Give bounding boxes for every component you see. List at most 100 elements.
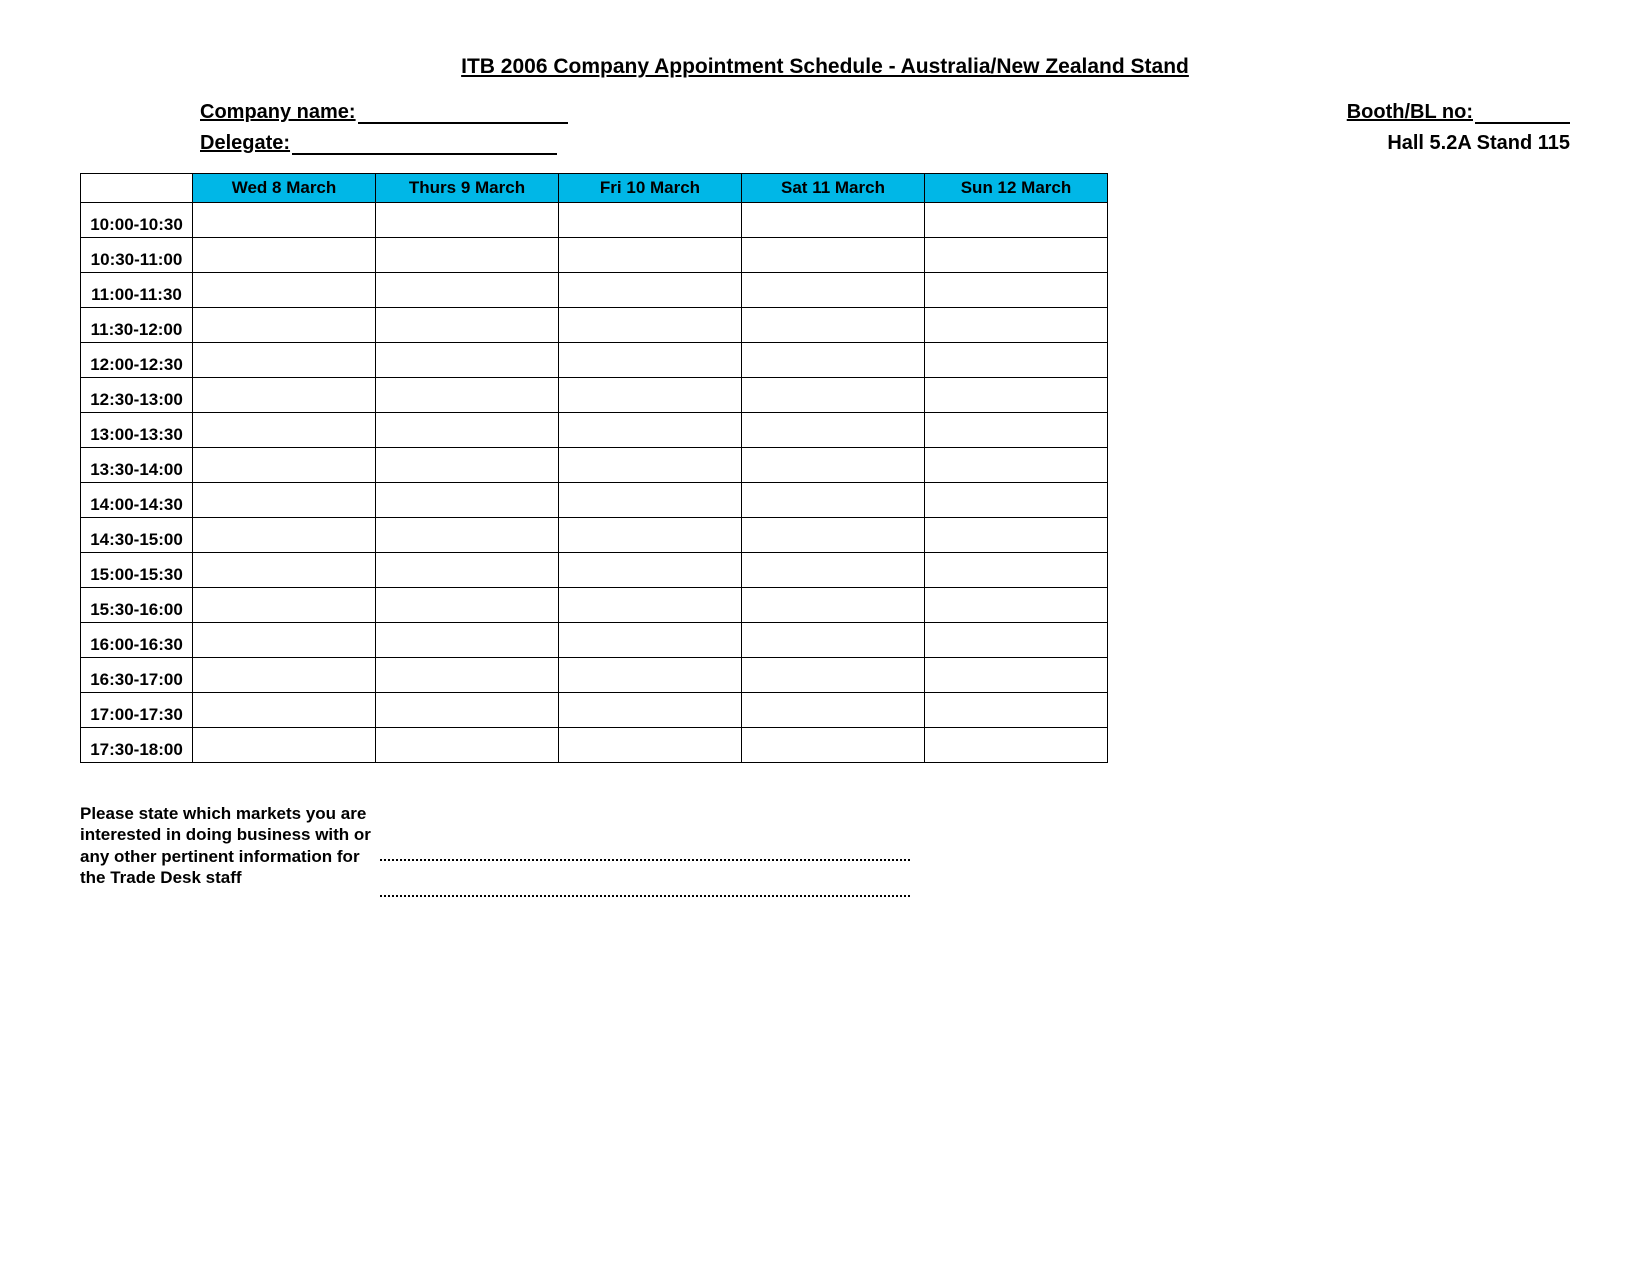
schedule-row: 10:00-10:30 [81,203,1108,238]
schedule-cell[interactable] [376,623,559,658]
schedule-cell[interactable] [193,413,376,448]
schedule-cell[interactable] [925,203,1108,238]
delegate-input-line[interactable] [292,133,557,155]
schedule-cell[interactable] [559,413,742,448]
schedule-cell[interactable] [925,588,1108,623]
schedule-cell[interactable] [193,308,376,343]
schedule-cell[interactable] [559,658,742,693]
schedule-cell[interactable] [742,518,925,553]
document-page: ITB 2006 Company Appointment Schedule - … [0,0,1650,1275]
schedule-cell[interactable] [376,238,559,273]
schedule-cell[interactable] [376,483,559,518]
schedule-cell[interactable] [193,728,376,763]
schedule-cell[interactable] [193,448,376,483]
schedule-cell[interactable] [742,238,925,273]
schedule-cell[interactable] [193,273,376,308]
schedule-cell[interactable] [376,448,559,483]
schedule-cell[interactable] [376,693,559,728]
schedule-cell[interactable] [742,553,925,588]
schedule-cell[interactable] [742,658,925,693]
schedule-row: 14:30-15:00 [81,518,1108,553]
schedule-cell[interactable] [559,483,742,518]
schedule-cell[interactable] [193,693,376,728]
schedule-cell[interactable] [376,203,559,238]
schedule-cell[interactable] [559,553,742,588]
schedule-cell[interactable] [376,588,559,623]
schedule-cell[interactable] [925,343,1108,378]
schedule-cell[interactable] [742,728,925,763]
schedule-row: 17:30-18:00 [81,728,1108,763]
schedule-cell[interactable] [376,308,559,343]
location-text: Hall 5.2A Stand 115 [1387,132,1570,155]
timeslot-label: 12:30-13:00 [81,378,193,413]
booth-input-line[interactable] [1475,102,1570,124]
schedule-cell[interactable] [925,693,1108,728]
schedule-cell[interactable] [559,448,742,483]
schedule-cell[interactable] [742,343,925,378]
schedule-cell[interactable] [925,448,1108,483]
location-field: Hall 5.2A Stand 115 [1190,132,1570,155]
schedule-cell[interactable] [559,623,742,658]
delegate-field: Delegate: [200,132,557,155]
schedule-cell[interactable] [559,203,742,238]
schedule-cell[interactable] [559,343,742,378]
schedule-cell[interactable] [742,448,925,483]
meta-row-1: Company name: Booth/BL no: [200,101,1570,124]
schedule-cell[interactable] [193,238,376,273]
schedule-cell[interactable] [742,483,925,518]
schedule-cell[interactable] [376,343,559,378]
schedule-cell[interactable] [925,623,1108,658]
schedule-cell[interactable] [742,378,925,413]
schedule-cell[interactable] [925,728,1108,763]
schedule-cell[interactable] [559,728,742,763]
schedule-cell[interactable] [925,238,1108,273]
schedule-cell[interactable] [559,378,742,413]
footer-input-line-1[interactable] [380,859,910,861]
schedule-cell[interactable] [742,273,925,308]
schedule-header-blank [81,174,193,203]
schedule-cell[interactable] [742,623,925,658]
schedule-cell[interactable] [559,273,742,308]
schedule-cell[interactable] [742,693,925,728]
schedule-cell[interactable] [925,308,1108,343]
schedule-cell[interactable] [193,483,376,518]
schedule-cell[interactable] [376,518,559,553]
schedule-row: 16:30-17:00 [81,658,1108,693]
schedule-cell[interactable] [559,238,742,273]
schedule-cell[interactable] [193,203,376,238]
schedule-cell[interactable] [193,343,376,378]
schedule-cell[interactable] [559,588,742,623]
schedule-cell[interactable] [559,518,742,553]
schedule-cell[interactable] [925,658,1108,693]
schedule-cell[interactable] [193,588,376,623]
schedule-cell[interactable] [925,553,1108,588]
schedule-cell[interactable] [376,273,559,308]
schedule-cell[interactable] [193,378,376,413]
schedule-cell[interactable] [559,693,742,728]
footer-input-line-2[interactable] [380,895,910,897]
schedule-cell[interactable] [925,273,1108,308]
schedule-cell[interactable] [193,553,376,588]
schedule-cell[interactable] [742,308,925,343]
schedule-cell[interactable] [376,658,559,693]
schedule-row: 11:30-12:00 [81,308,1108,343]
schedule-cell[interactable] [925,378,1108,413]
schedule-row: 17:00-17:30 [81,693,1108,728]
schedule-cell[interactable] [376,378,559,413]
schedule-cell[interactable] [925,518,1108,553]
schedule-cell[interactable] [742,413,925,448]
schedule-cell[interactable] [376,553,559,588]
schedule-cell[interactable] [742,203,925,238]
schedule-cell[interactable] [193,658,376,693]
schedule-cell[interactable] [925,413,1108,448]
schedule-cell[interactable] [376,728,559,763]
schedule-cell[interactable] [193,518,376,553]
schedule-cell[interactable] [559,308,742,343]
schedule-cell[interactable] [376,413,559,448]
schedule-cell[interactable] [193,623,376,658]
schedule-row: 12:00-12:30 [81,343,1108,378]
company-input-line[interactable] [358,102,568,124]
schedule-row: 15:00-15:30 [81,553,1108,588]
schedule-cell[interactable] [925,483,1108,518]
schedule-cell[interactable] [742,588,925,623]
